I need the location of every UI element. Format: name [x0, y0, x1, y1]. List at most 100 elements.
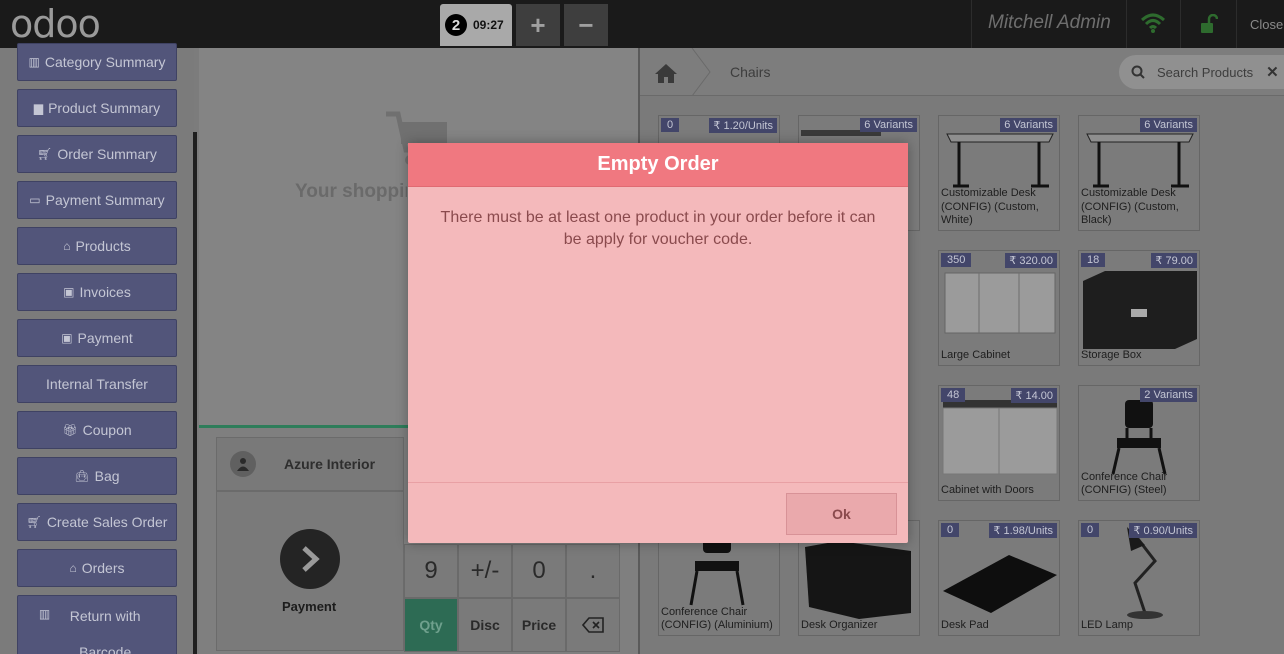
stock-badge: 0 — [661, 118, 680, 132]
search-input[interactable]: Search Products — [1157, 65, 1253, 80]
divider — [1236, 0, 1237, 48]
delete-order-button[interactable]: − — [564, 4, 608, 46]
numpad-mode-price[interactable]: Price — [512, 598, 566, 652]
breadcrumb-chairs[interactable]: Chairs — [730, 64, 770, 80]
sidebar-item-category-summary[interactable]: ▥ Category Summary — [17, 43, 177, 81]
divider — [1126, 0, 1127, 48]
dialog-header: Empty Order — [408, 143, 908, 187]
sidebar-item-products[interactable]: ⌂ Products — [17, 227, 177, 265]
barcode-icon: ▥ — [38, 607, 51, 621]
product-tile[interactable]: 6 Variants Customizable Desk (CONFIG) (C… — [1078, 115, 1200, 231]
numpad-mode-disc[interactable]: Disc — [458, 598, 512, 652]
sidebar-item-label: Product Summary — [48, 99, 161, 116]
sidebar-item-coupon[interactable]: 🎁︎ Coupon — [17, 411, 177, 449]
product-tile[interactable]: 350 ₹ 320.00 Large Cabinet — [938, 250, 1060, 366]
dialog-title: Empty Order — [597, 153, 719, 175]
numpad-key-dot[interactable]: . — [566, 544, 620, 598]
numpad-key-plus-minus[interactable]: +/- — [458, 544, 512, 598]
ok-button[interactable]: Ok — [786, 493, 897, 535]
customer-button[interactable]: Azure Interior — [216, 437, 404, 491]
sidebar-item-return-with-barcode[interactable]: ▥ Return with Barcode — [17, 595, 177, 654]
numpad-key-0[interactable]: 0 — [512, 544, 566, 598]
sidebar-item-create-sales-order[interactable]: 🛒︎ Create Sales Order — [17, 503, 177, 541]
user-icon — [230, 451, 256, 477]
home-icon[interactable] — [654, 62, 678, 84]
customer-name: Azure Interior — [284, 456, 376, 472]
sidebar-item-label: Bag — [94, 467, 120, 484]
sidebar-item-bag[interactable]: 👜︎ Bag — [17, 457, 177, 495]
gift-icon: 🎁︎ — [62, 422, 78, 437]
product-name: Customizable Desk (CONFIG) (Custom, Blac… — [1081, 186, 1179, 227]
variants-badge: 6 Variants — [1000, 118, 1057, 132]
bag-icon: 👜︎ — [74, 468, 90, 483]
product-tile[interactable]: 2 Variants Conference Chair (CONFIG) (St… — [1078, 385, 1200, 501]
product-name: LED Lamp — [1081, 619, 1133, 632]
sidebar-item-label: Internal Transfer — [46, 375, 148, 392]
sidebar-item-internal-transfer[interactable]: Internal Transfer — [17, 365, 177, 403]
price-badge: ₹ 79.00 — [1151, 253, 1197, 268]
product-tile[interactable]: 0 ₹ 1.98/Units Desk Pad — [938, 520, 1060, 636]
money-icon: ▣ — [61, 330, 73, 345]
order-number-badge: 2 — [445, 14, 467, 36]
price-badge: ₹ 1.98/Units — [989, 523, 1057, 538]
backspace-button[interactable] — [566, 598, 620, 652]
order-tab[interactable]: 2 09:27 — [440, 4, 512, 46]
sidebar-item-product-summary[interactable]: ▆ Product Summary — [17, 89, 177, 127]
chevron-right-icon — [302, 546, 320, 572]
sidebar-item-label: Create Sales Order — [46, 513, 168, 530]
sidebar-item-payment[interactable]: ▣ Payment — [17, 319, 177, 357]
new-order-button[interactable]: + — [516, 4, 560, 46]
bank-icon: ⌂ — [69, 560, 77, 575]
username[interactable]: Mitchell Admin — [988, 12, 1111, 34]
product-tile[interactable]: 0 ₹ 0.90/Units LED Lamp — [1078, 520, 1200, 636]
bar-chart-icon: ▥ — [28, 54, 40, 69]
credit-card-icon: ▭ — [29, 192, 41, 207]
variants-badge: 6 Variants — [860, 118, 917, 132]
product-name: Conference Chair (CONFIG) (Steel) — [1081, 470, 1168, 497]
sidebar-item-label: Orders — [81, 559, 125, 576]
sidebar-item-label: Category Summary — [44, 53, 166, 70]
top-bar: odoo 2 09:27 + − Mitchell Admin Close — [0, 0, 1284, 48]
product-name: Conference Chair (CONFIG) (Aluminium) — [661, 605, 773, 632]
divider — [1180, 0, 1181, 48]
product-name: Storage Box — [1081, 349, 1142, 362]
sidebar-item-label: Invoices — [79, 283, 131, 300]
wifi-icon[interactable] — [1140, 12, 1166, 34]
sidebar-item-invoices[interactable]: ▣ Invoices — [17, 273, 177, 311]
close-button[interactable]: Close — [1250, 17, 1283, 32]
sidebar-item-payment-summary[interactable]: ▭ Payment Summary — [17, 181, 177, 219]
sidebar-item-label: Coupon — [82, 421, 132, 438]
breadcrumb-separator-icon — [691, 48, 711, 96]
sidebar-scrollbar[interactable] — [193, 132, 197, 654]
clear-search-icon[interactable]: ✕ — [1266, 63, 1279, 81]
search-icon — [1131, 65, 1145, 79]
payment-circle[interactable] — [280, 529, 340, 589]
sidebar-item-label: Order Summary — [57, 145, 157, 162]
backspace-icon — [582, 617, 604, 633]
file-icon: ▆ — [33, 100, 44, 115]
divider — [971, 0, 972, 48]
product-tile[interactable]: 18 ₹ 79.00 Storage Box — [1078, 250, 1200, 366]
product-tile[interactable]: 48 ₹ 14.00 Cabinet with Doors — [938, 385, 1060, 501]
sidebar-item-order-summary[interactable]: 🛒︎ Order Summary — [17, 135, 177, 173]
sidebar-item-label: Products — [75, 237, 131, 254]
variants-badge: 6 Variants — [1140, 118, 1197, 132]
product-name: Cabinet with Doors — [941, 484, 1034, 497]
stock-badge: 0 — [1081, 523, 1100, 537]
empty-order-dialog: Empty Order There must be at least one p… — [408, 143, 908, 543]
numpad-key-9[interactable]: 9 — [404, 544, 458, 598]
sidebar-item-label: Payment Summary — [45, 191, 165, 208]
search-box[interactable]: Search Products ✕ — [1119, 55, 1284, 89]
payment-label: Payment — [282, 599, 337, 614]
odoo-logo: odoo — [10, 2, 101, 46]
price-badge: ₹ 14.00 — [1011, 388, 1057, 403]
unlock-icon[interactable] — [1200, 14, 1218, 34]
price-badge: ₹ 320.00 — [1005, 253, 1057, 268]
product-tile[interactable]: 6 Variants Customizable Desk (CONFIG) (C… — [938, 115, 1060, 231]
variants-badge: 2 Variants — [1140, 388, 1197, 402]
sidebar-item-label: Return with Barcode — [69, 608, 141, 654]
price-badge: ₹ 0.90/Units — [1129, 523, 1197, 538]
numpad-mode-qty[interactable]: Qty — [404, 598, 458, 652]
sidebar-item-orders[interactable]: ⌂ Orders — [17, 549, 177, 587]
price-badge: ₹ 1.20/Units — [709, 118, 777, 133]
